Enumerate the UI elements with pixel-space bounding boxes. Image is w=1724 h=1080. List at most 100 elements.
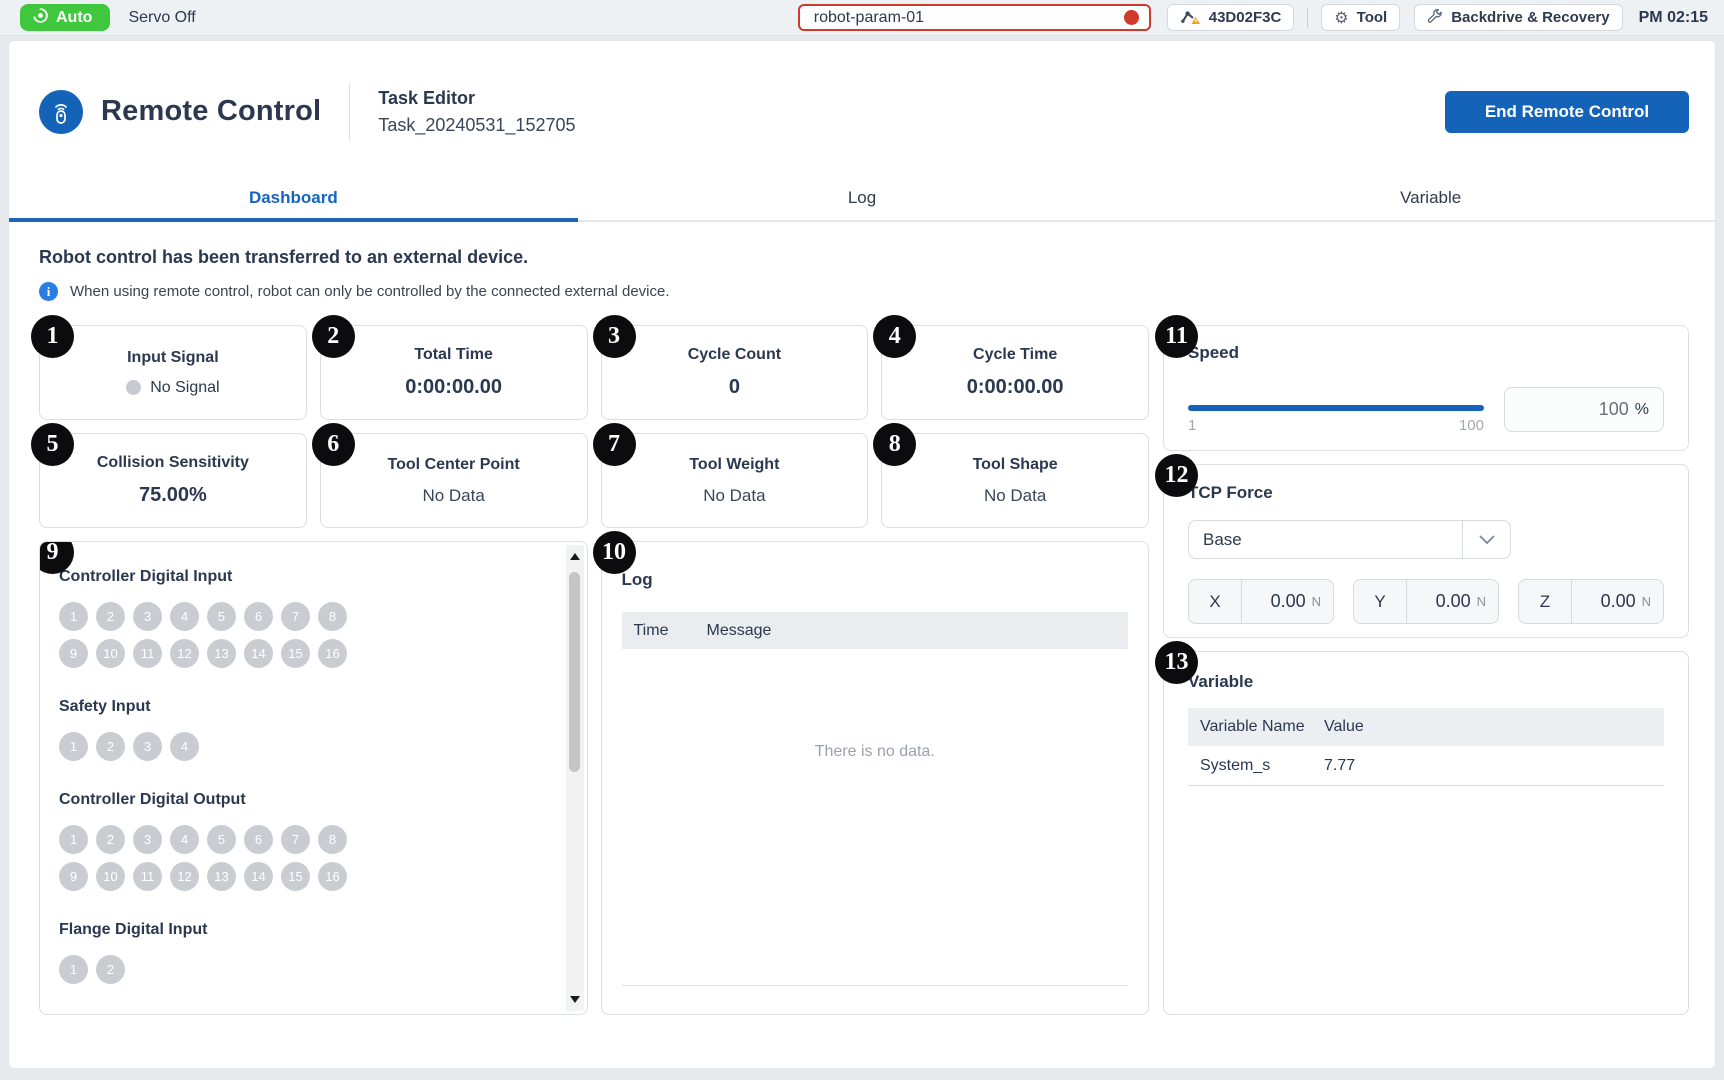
force-z-unit: N (1642, 594, 1651, 609)
frame-selected-value: Base (1189, 521, 1462, 558)
robot-id-chip[interactable]: 43D02F3C (1167, 4, 1295, 31)
tool-label: Tool (1357, 9, 1388, 26)
slider-max-label: 100 (1459, 417, 1484, 434)
io-indicator: 11 (133, 862, 162, 891)
axis-z-label: Z (1519, 580, 1572, 623)
io-indicator: 5 (207, 825, 236, 854)
variable-table: Variable Name Value System_s 7.77 (1188, 708, 1664, 786)
card-tool-weight: 7 Tool Weight No Data (601, 433, 869, 528)
io-indicator: 10 (96, 862, 125, 891)
tab-dashboard[interactable]: Dashboard (9, 176, 578, 220)
io-section-title: Safety Input (59, 698, 557, 716)
io-indicator: 8 (318, 825, 347, 854)
robot-param-input[interactable]: robot-param-01 (798, 4, 1151, 31)
step-badge-3: 3 (593, 315, 636, 358)
io-indicator: 1 (59, 955, 88, 984)
step-badge-10: 10 (593, 531, 636, 574)
tcp-force-panel: 12 TCP Force Base X 0.00 N (1163, 464, 1689, 638)
scroll-up-icon[interactable] (570, 553, 580, 560)
card-collision-sensitivity: 5 Collision Sensitivity 75.00% (39, 433, 307, 528)
card-cycle-time: 4 Cycle Time 0:00:00.00 (881, 325, 1149, 420)
io-indicator: 4 (170, 602, 199, 631)
card-value: 75.00% (139, 484, 207, 507)
dashboard-left-grid: 1 Input Signal No Signal 2 Total Time 0:… (39, 325, 1149, 1015)
card-label: Tool Shape (973, 456, 1058, 474)
robot-id: 43D02F3C (1209, 9, 1282, 26)
scrollbar-thumb[interactable] (569, 572, 580, 772)
io-status-panel: 9 Controller Digital Input12345678910111… (39, 541, 588, 1015)
force-y-value: 0.00 (1436, 591, 1471, 612)
step-badge-5: 5 (31, 423, 74, 466)
mode-label: Auto (56, 9, 92, 27)
gear-icon: ⚙ (1334, 8, 1348, 27)
io-indicator: 10 (96, 639, 125, 668)
io-indicator: 13 (207, 639, 236, 668)
io-indicator: 7 (281, 602, 310, 631)
step-badge-2: 2 (312, 315, 355, 358)
panel-title: Task Editor (378, 88, 575, 109)
io-indicator: 9 (59, 862, 88, 891)
card-label: Tool Center Point (388, 456, 520, 474)
chevron-down-icon (1462, 521, 1510, 558)
backdrive-recovery-button[interactable]: Backdrive & Recovery (1414, 4, 1622, 31)
tool-button[interactable]: ⚙ Tool (1321, 4, 1400, 31)
speed-slider-track[interactable] (1188, 405, 1484, 411)
end-remote-control-button[interactable]: End Remote Control (1445, 91, 1689, 133)
card-cycle-count: 3 Cycle Count 0 (601, 325, 869, 420)
log-table-header: Time Message (622, 612, 1129, 649)
io-indicator: 11 (133, 639, 162, 668)
task-name: Task_20240531_152705 (378, 115, 575, 136)
top-status-bar: Auto Servo Off robot-param-01 43D02F3C ⚙… (0, 0, 1724, 36)
variable-row: System_s 7.77 (1188, 746, 1664, 786)
variable-column-value: Value (1324, 718, 1364, 736)
scroll-down-icon[interactable] (570, 996, 580, 1003)
app-header: Remote Control Task Editor Task_20240531… (9, 41, 1715, 176)
card-value: 0 (729, 376, 740, 399)
backdrive-label: Backdrive & Recovery (1451, 9, 1609, 26)
speed-panel: 11 Speed 1 100 100 % (1163, 325, 1689, 451)
remote-control-icon (39, 90, 83, 134)
force-z-value: 0.00 (1601, 591, 1636, 612)
clock-display: PM 02:15 (1639, 9, 1708, 27)
io-indicator: 7 (281, 825, 310, 854)
robot-param-value: robot-param-01 (814, 9, 924, 27)
io-indicator: 1 (59, 825, 88, 854)
io-panel-scrollbar[interactable] (566, 545, 584, 1011)
info-icon: i (39, 282, 58, 301)
variable-panel: 13 Variable Variable Name Value System_s… (1163, 651, 1689, 1015)
variable-table-header: Variable Name Value (1188, 708, 1664, 746)
step-badge-8: 8 (873, 423, 916, 466)
log-panel: 10 Log Time Message There is no data. (601, 541, 1150, 1015)
card-tool-shape: 8 Tool Shape No Data (881, 433, 1149, 528)
dashboard-content: Robot control has been transferred to an… (9, 222, 1715, 1015)
tab-variable[interactable]: Variable (1146, 176, 1715, 220)
variable-title: Variable (1188, 672, 1664, 692)
log-column-time: Time (622, 622, 707, 640)
io-indicator: 2 (96, 955, 125, 984)
speed-value: 100 (1599, 399, 1629, 420)
tab-log[interactable]: Log (578, 176, 1147, 220)
io-indicator-group: 12 (59, 955, 359, 984)
log-panel-title: Log (622, 570, 1129, 590)
io-indicator: 12 (170, 639, 199, 668)
step-badge-6: 6 (312, 423, 355, 466)
tcp-force-title: TCP Force (1188, 483, 1664, 503)
mode-auto-button[interactable]: Auto (20, 4, 110, 31)
io-indicator: 12 (170, 862, 199, 891)
variable-name: System_s (1188, 757, 1324, 775)
io-indicator: 16 (318, 862, 347, 891)
card-input-signal: 1 Input Signal No Signal (39, 325, 307, 420)
io-indicator: 15 (281, 639, 310, 668)
info-text: When using remote control, robot can onl… (70, 283, 670, 300)
speed-value-input[interactable]: 100 % (1504, 387, 1664, 432)
task-info: Task Editor Task_20240531_152705 (378, 88, 575, 136)
force-y-unit: N (1477, 594, 1486, 609)
speed-slider[interactable]: 1 100 (1188, 387, 1484, 434)
io-indicator: 6 (244, 602, 273, 631)
reference-frame-select[interactable]: Base (1188, 520, 1511, 559)
slider-min-label: 1 (1188, 417, 1196, 434)
card-label: Tool Weight (689, 456, 779, 474)
force-x-unit: N (1312, 594, 1321, 609)
io-section-title: Controller Digital Output (59, 791, 557, 809)
io-indicator: 9 (59, 639, 88, 668)
